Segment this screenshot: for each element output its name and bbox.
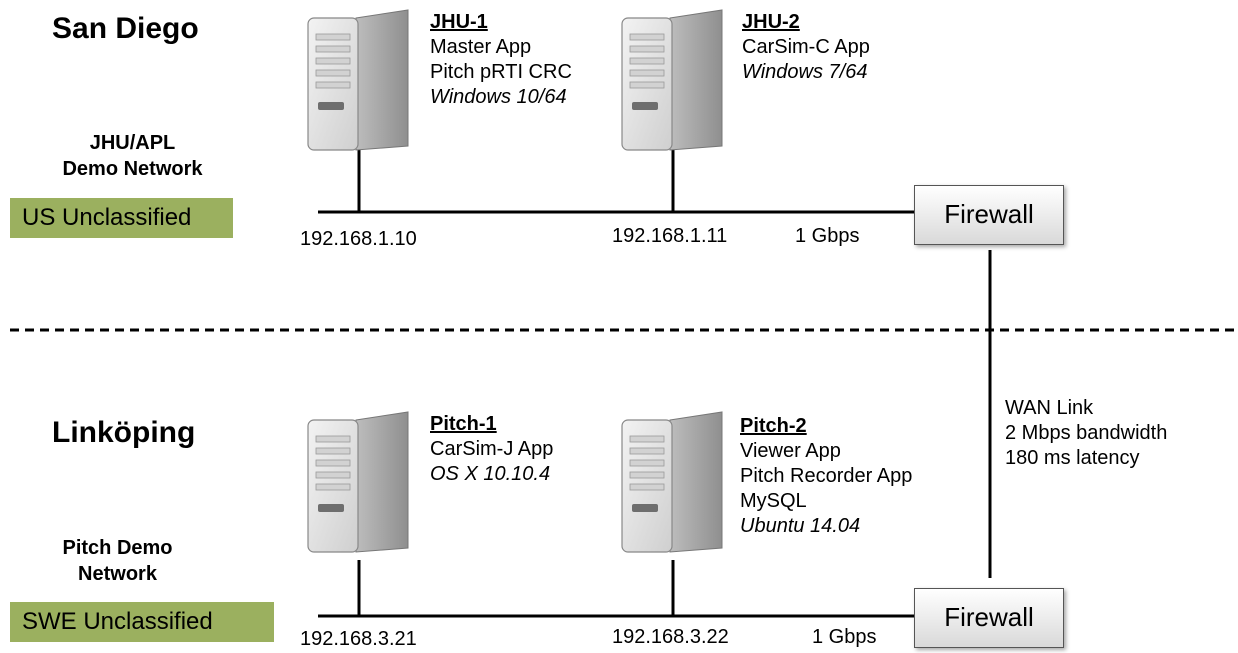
wan-link-label: WAN Link 2 Mbps bandwidth 180 ms latency	[1005, 397, 1168, 469]
server-icon-jhu-2	[621, 9, 723, 151]
server-icon-pitch-1	[307, 411, 409, 553]
link-speed-san-diego: 1 Gbps	[795, 225, 860, 247]
server-info-pitch-1: Pitch-1 CarSim-J App OS X 10.10.4	[430, 413, 554, 485]
site-title-linkoping: Linköping	[52, 416, 196, 449]
classification-badge-swe: SWE Unclassified	[10, 602, 274, 642]
link-speed-linkoping: 1 Gbps	[812, 626, 877, 648]
classification-badge-us: US Unclassified	[10, 198, 233, 238]
network-name-jhuapl: JHU/APL Demo Network	[62, 132, 203, 180]
server-info-jhu-2: JHU-2 CarSim-C App Windows 7/64	[742, 11, 870, 83]
server-icon-pitch-2	[621, 411, 723, 553]
ip-address-pitch-2: 192.168.3.22	[612, 626, 729, 648]
network-name-pitch: Pitch Demo Network	[62, 537, 173, 585]
firewall-linkoping: Firewall	[914, 588, 1064, 648]
ip-address-pitch-1: 192.168.3.21	[300, 628, 417, 650]
ip-address-jhu-2: 192.168.1.11	[612, 225, 728, 247]
ip-address-jhu-1: 192.168.1.10	[300, 228, 417, 250]
server-info-jhu-1: JHU-1 Master App Pitch pRTI CRC Windows …	[430, 11, 572, 108]
site-title-san-diego: San Diego	[52, 12, 199, 45]
firewall-san-diego: Firewall	[914, 185, 1064, 245]
server-info-pitch-2: Pitch-2 Viewer App Pitch Recorder App My…	[740, 415, 913, 537]
server-icon-jhu-1	[307, 9, 409, 151]
